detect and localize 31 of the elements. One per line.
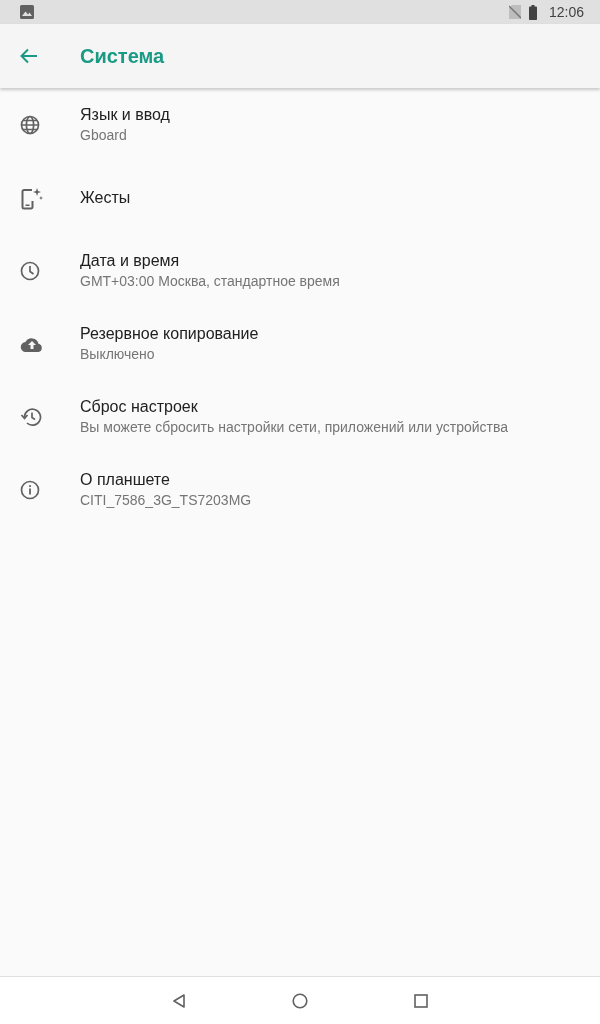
item-title: Сброс настроек: [80, 398, 199, 416]
history-icon: [20, 406, 42, 427]
item-title: Резервное копирование: [80, 325, 259, 343]
battery-icon: [528, 4, 537, 20]
settings-item[interactable]: Язык и ввод Gboard: [0, 88, 600, 161]
screen-title: Система: [80, 44, 165, 68]
item-summary: Gboard: [80, 127, 128, 143]
settings-item[interactable]: О планшете CITI_7586_3G_TS7203MG: [0, 453, 600, 526]
cloud-upload-icon: [20, 335, 44, 352]
item-title: О планшете: [80, 471, 171, 489]
item-summary: CITI_7586_3G_TS7203MG: [80, 492, 252, 508]
globe-icon: [20, 114, 40, 135]
item-summary: GMT+03:00 Москва, стандартное время: [80, 273, 340, 289]
item-title: Дата и время: [80, 252, 181, 270]
item-summary: Вы можете сбросить настройки сети, приложений или устройства: [80, 419, 509, 435]
item-title: Язык и ввод: [80, 106, 170, 124]
settings-item[interactable]: Дата и время GMT+03:00 Москва, стандартное время: [0, 234, 600, 307]
clock-icon: [20, 260, 40, 281]
circle-icon: [292, 992, 308, 1009]
triangle-icon: [172, 993, 186, 1008]
settings-item[interactable]: Жесты: [0, 161, 600, 234]
square-icon: [414, 993, 428, 1008]
no-sim-icon: [508, 5, 521, 19]
settings-item[interactable]: Резервное копирование Выключено: [0, 307, 600, 380]
item-title: Жесты: [80, 188, 131, 207]
back-arrow-icon: [20, 48, 38, 64]
settings-item[interactable]: Сброс настроек Вы можете сбросить настройки сети, приложений или устройства: [0, 380, 600, 453]
clock-time: 12:06: [548, 4, 584, 20]
image-icon: [20, 5, 34, 19]
info-icon: [20, 479, 40, 500]
item-summary: Выключено: [80, 346, 156, 362]
